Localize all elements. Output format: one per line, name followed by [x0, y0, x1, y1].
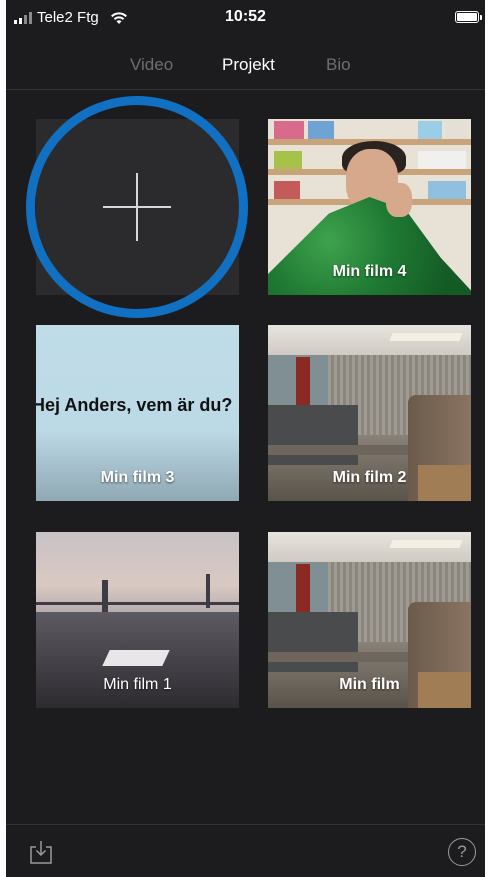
plus-icon — [103, 173, 171, 241]
project-tile-min-film-4[interactable]: Min film 4 — [268, 119, 471, 295]
tabs-divider — [6, 89, 485, 90]
status-time: 10:52 — [225, 8, 266, 25]
project-title: Min film 4 — [332, 263, 407, 280]
tab-bio[interactable]: Bio — [326, 55, 351, 75]
project-title: Min film 1 — [103, 676, 172, 693]
tab-video[interactable]: Video — [130, 55, 173, 75]
battery-icon — [455, 11, 482, 23]
project-title: Min film 3 — [100, 469, 175, 486]
status-bar: Tele2 Ftg 10:52 — [6, 0, 485, 36]
project-tile-min-film-2[interactable]: Min film 2 — [268, 325, 471, 501]
tab-projekt[interactable]: Projekt — [222, 55, 275, 75]
project-title: Min film — [339, 676, 400, 693]
imovie-screen: Tele2 Ftg 10:52 Video Projekt Bio Min fi… — [6, 0, 485, 877]
project-tile-min-film-3[interactable]: Hej Anders, vem är du? Min film 3 — [36, 325, 239, 501]
bottom-divider — [6, 824, 485, 825]
project-tile-min-film[interactable]: Min film — [268, 532, 471, 708]
new-project-button[interactable] — [36, 119, 239, 295]
project-title: Min film 2 — [332, 469, 407, 486]
project-tile-min-film-1[interactable]: Min film 1 — [36, 532, 239, 708]
segment-tabs: Video Projekt Bio — [6, 45, 485, 85]
share-icon[interactable] — [28, 839, 54, 865]
help-icon[interactable]: ? — [448, 838, 476, 866]
title-card-text: Hej Anders, vem är du? — [36, 395, 233, 415]
